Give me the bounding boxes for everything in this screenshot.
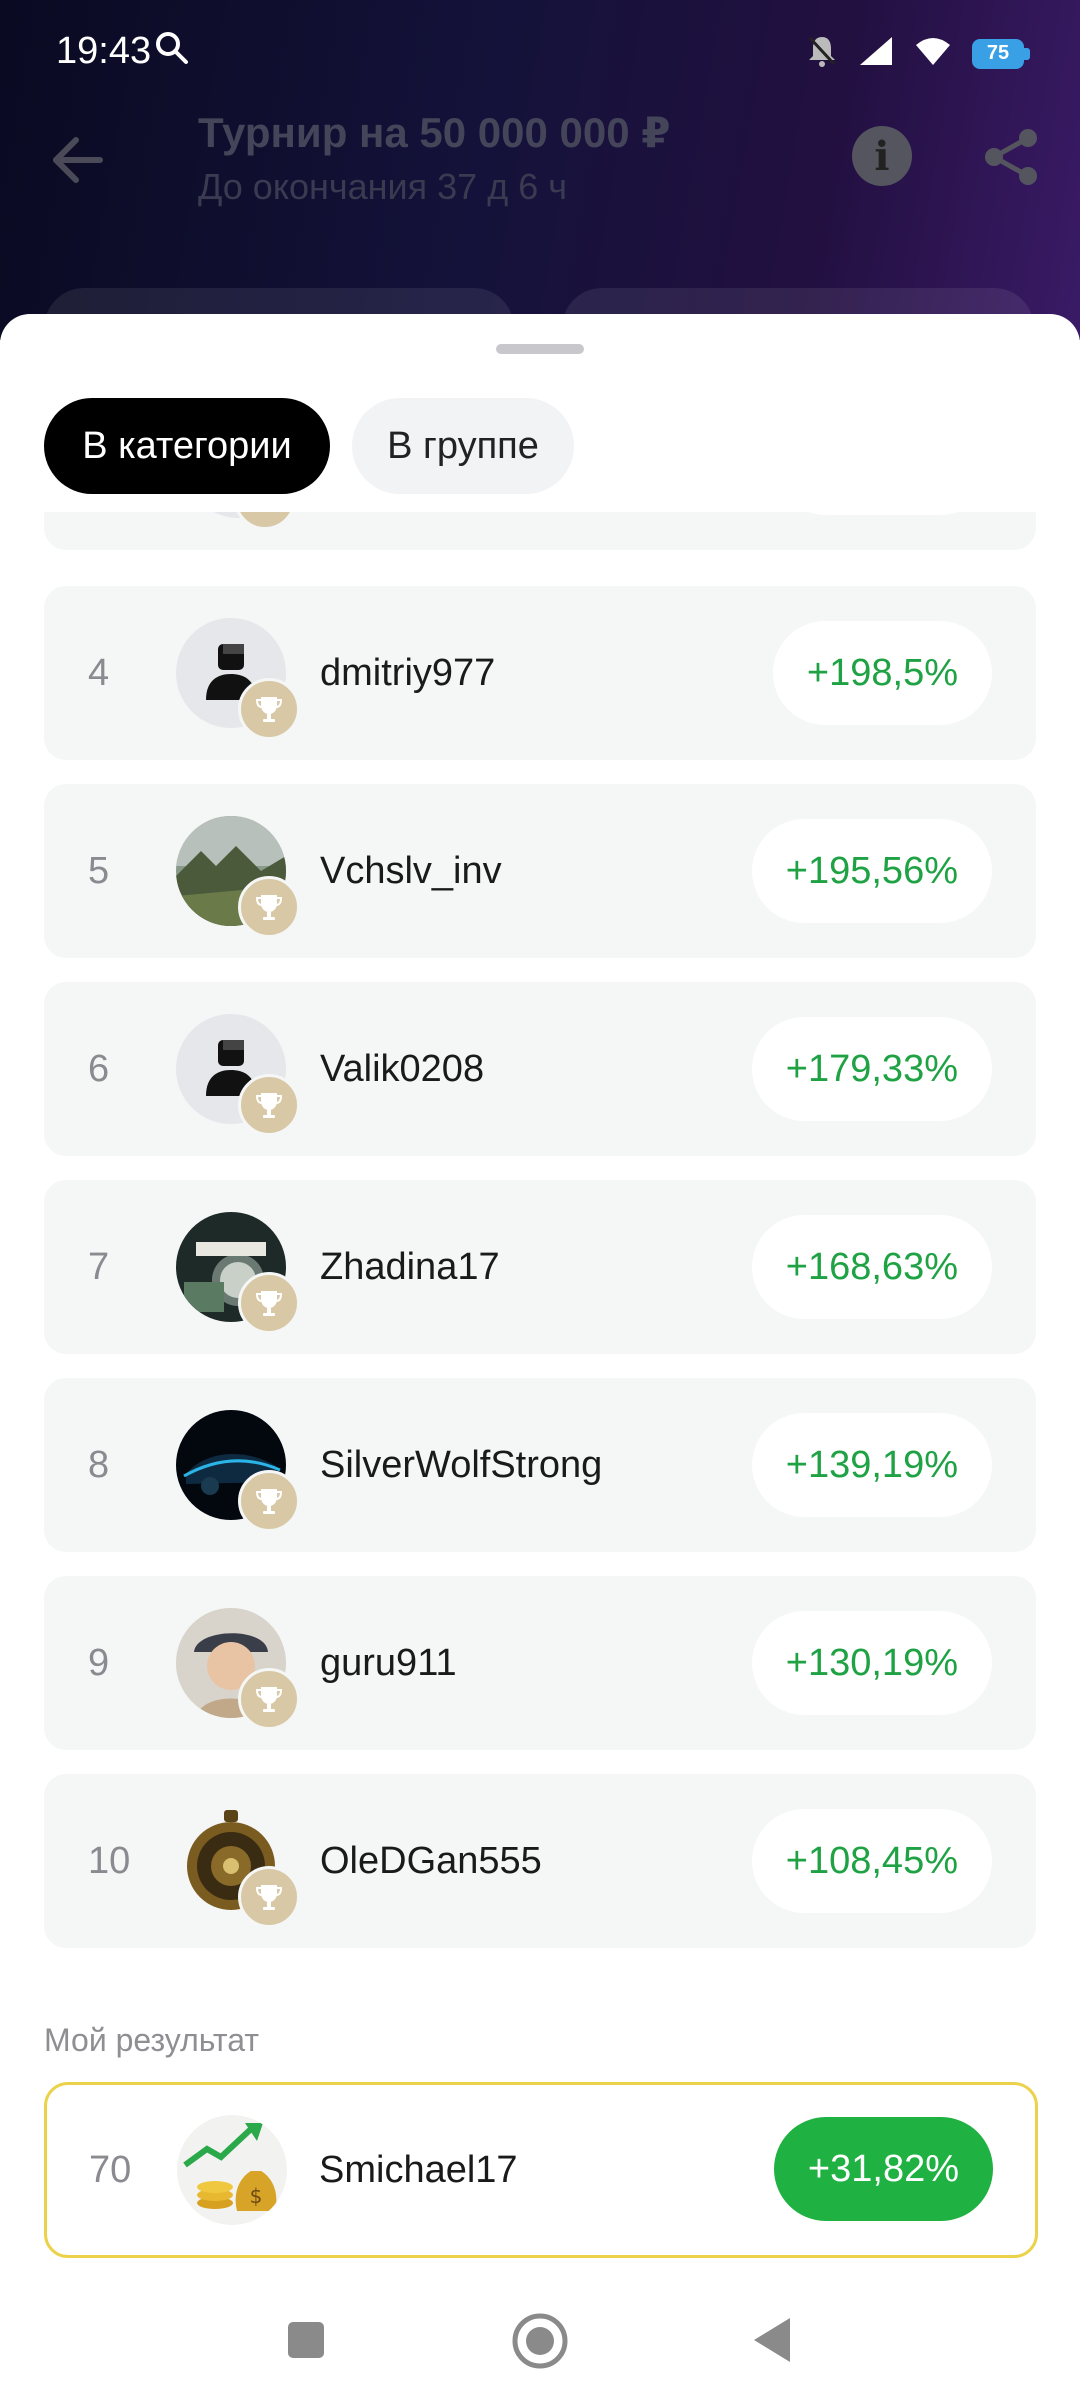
- my-result-row[interactable]: 70 $ Smichael17 +31,82%: [44, 2082, 1038, 2258]
- result-badge: +168,63%: [751, 1215, 992, 1319]
- status-time: 19:43: [56, 30, 152, 72]
- list-item[interactable]: 4 dmitriy977 +198,5%: [44, 586, 1036, 760]
- signal-icon: [858, 35, 894, 72]
- username: OleDGan555: [320, 1840, 542, 1882]
- tab-in-group[interactable]: В группе: [352, 398, 574, 494]
- rank-number: 9: [88, 1642, 110, 1684]
- result-badge: +195,56%: [751, 819, 992, 923]
- list-item[interactable]: 10 OleDGan555 +108,45%: [44, 1774, 1036, 1948]
- username: Valik0208: [320, 1048, 485, 1090]
- trophy-icon: [238, 1668, 300, 1730]
- trophy-icon: [238, 1866, 300, 1928]
- my-result-badge: +31,82%: [773, 2117, 993, 2221]
- svg-text:$: $: [250, 2184, 263, 2208]
- list-item[interactable]: [44, 512, 1036, 550]
- username: guru911: [320, 1642, 457, 1684]
- tournament-countdown: До окончания 37 д 6 ч: [198, 166, 567, 207]
- bell-off-icon: [806, 34, 838, 73]
- tournament-title: Турнир на 50 000 000 ₽: [198, 109, 671, 156]
- rank-number: 4: [88, 652, 110, 694]
- username: dmitriy977: [320, 652, 496, 694]
- username: Vchslv_inv: [320, 850, 502, 892]
- sheet-drag-handle[interactable]: [496, 344, 584, 354]
- trophy-icon: [238, 678, 300, 740]
- tab-in-category[interactable]: В категории: [44, 398, 330, 494]
- username: Zhadina17: [320, 1246, 500, 1288]
- rank-number: 5: [88, 850, 110, 892]
- rank-number: 10: [88, 1840, 131, 1882]
- trophy-icon: [238, 1470, 300, 1532]
- system-navigation-bar: [0, 2276, 1080, 2400]
- share-icon[interactable]: [980, 126, 1042, 188]
- rank-number: 8: [88, 1444, 110, 1486]
- battery-level: 75: [972, 38, 1024, 69]
- back-triangle-icon[interactable]: [752, 2316, 792, 2369]
- list-item[interactable]: 5 Vchslv_inv +195,56%: [44, 784, 1036, 958]
- result-badge: [774, 512, 992, 515]
- result-badge: +139,19%: [751, 1413, 992, 1517]
- rank-number: 7: [88, 1246, 110, 1288]
- result-badge: +130,19%: [751, 1611, 992, 1715]
- list-item[interactable]: 6 Valik0208 +179,33%: [44, 982, 1036, 1156]
- username: Smichael17: [319, 2149, 518, 2191]
- trophy-icon: [238, 1074, 300, 1136]
- wifi-icon: [914, 35, 952, 72]
- trophy-icon: [234, 512, 296, 530]
- result-badge: +179,33%: [751, 1017, 992, 1121]
- trophy-icon: [238, 876, 300, 938]
- rank-number: 70: [89, 2149, 132, 2191]
- username: SilverWolfStrong: [320, 1444, 603, 1486]
- leaderboard-list[interactable]: 4 dmitriy977 +198,5% 5 Vchslv_inv +195,5…: [0, 512, 1080, 1960]
- avatar: $: [177, 2115, 287, 2225]
- search-icon: [154, 30, 190, 71]
- battery-icon: 75: [972, 38, 1030, 69]
- recents-icon[interactable]: [286, 2320, 326, 2365]
- result-badge: +198,5%: [772, 621, 992, 725]
- home-icon[interactable]: [511, 2312, 569, 2375]
- result-badge: +108,45%: [751, 1809, 992, 1913]
- back-arrow-icon[interactable]: [48, 130, 108, 190]
- status-bar: 19:43 75: [0, 0, 1080, 104]
- info-icon[interactable]: i: [852, 126, 912, 186]
- list-item[interactable]: 8 SilverWolfStrong +139,19%: [44, 1378, 1036, 1552]
- list-item[interactable]: 7 Zhadina17 +168,63%: [44, 1180, 1036, 1354]
- rank-number: 6: [88, 1048, 110, 1090]
- my-result-label: Мой результат: [44, 2022, 259, 2058]
- trophy-icon: [238, 1272, 300, 1334]
- list-item[interactable]: 9 guru911 +130,19%: [44, 1576, 1036, 1750]
